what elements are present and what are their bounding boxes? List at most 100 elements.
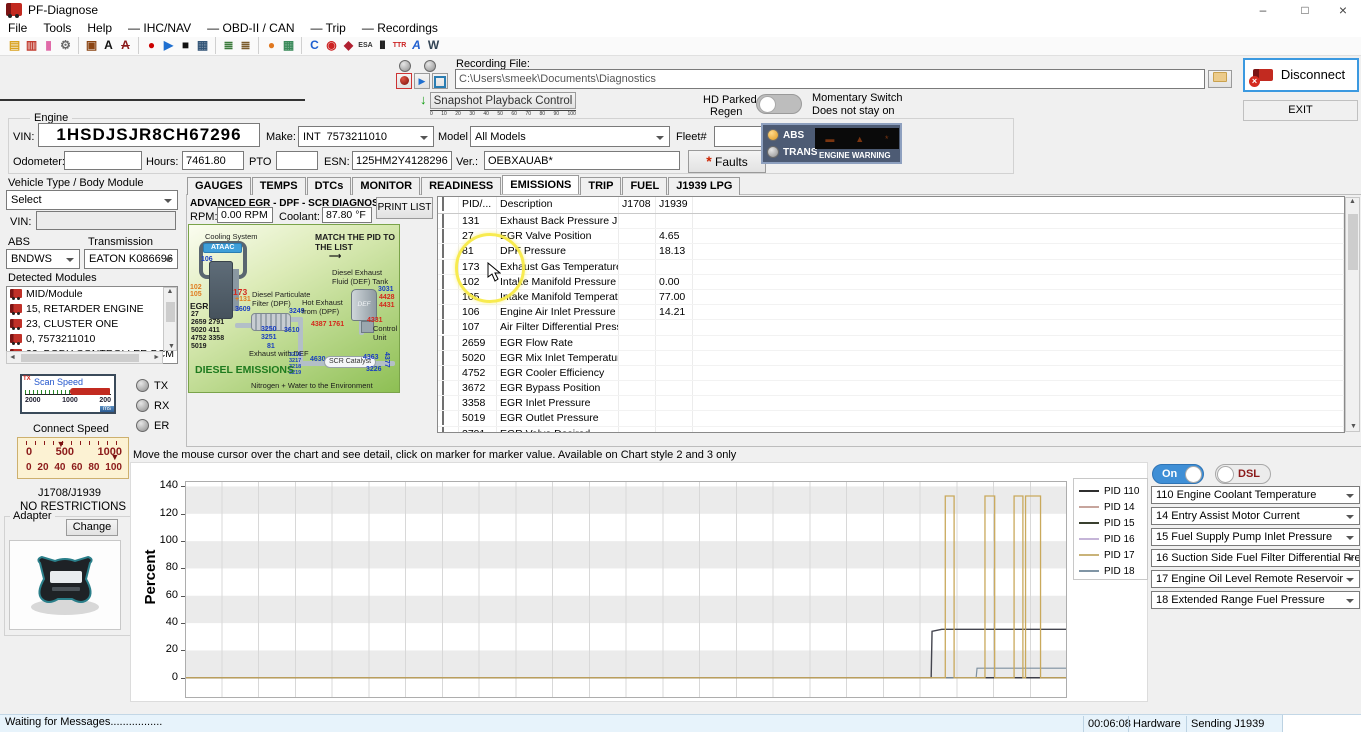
menu-item[interactable]: File xyxy=(0,20,35,36)
hd-regen-toggle[interactable] xyxy=(756,94,802,114)
row-checkbox[interactable] xyxy=(442,305,444,319)
stop-icon[interactable]: ■ xyxy=(177,37,194,54)
module-list-item[interactable]: 15, RETARDER ENGINE xyxy=(7,302,177,317)
tab-emissions[interactable]: EMISSIONS xyxy=(502,175,579,194)
tab-j1939-lpg[interactable]: J1939 LPG xyxy=(668,177,740,195)
browse-folder-button[interactable] xyxy=(1208,70,1232,88)
tab-fuel[interactable]: FUEL xyxy=(622,177,667,195)
wabco-icon[interactable]: W xyxy=(425,37,442,54)
ttr-icon[interactable]: TTR xyxy=(391,37,408,54)
chart-on-toggle[interactable]: On xyxy=(1152,464,1204,484)
module-list-item[interactable]: 23, CLUSTER ONE xyxy=(7,317,177,332)
row-checkbox[interactable] xyxy=(442,214,444,228)
table-row[interactable]: 81DPF Pressure18.13 xyxy=(438,244,1344,259)
tab-trip[interactable]: TRIP xyxy=(580,177,621,195)
odometer-input[interactable] xyxy=(64,151,142,170)
tab-gauges[interactable]: GAUGES xyxy=(187,177,251,195)
module-list-item[interactable]: MID/Module xyxy=(7,287,177,302)
table-row[interactable]: 5020EGR Mix Inlet Temperature xyxy=(438,351,1344,366)
modules-vscroll-thumb[interactable] xyxy=(166,302,175,322)
open-folder-icon[interactable]: ▤ xyxy=(6,37,23,54)
table-row[interactable]: 173Exhaust Gas Temperature xyxy=(438,260,1344,275)
table-row[interactable]: 27EGR Valve Position4.65 xyxy=(438,229,1344,244)
close-button[interactable]: × xyxy=(1328,0,1358,20)
row-checkbox[interactable] xyxy=(442,366,444,380)
dsl-toggle[interactable]: DSL xyxy=(1215,464,1271,484)
table-row[interactable]: 5019EGR Outlet Pressure xyxy=(438,411,1344,426)
modules-hscroll-thumb[interactable] xyxy=(21,354,139,362)
snapshot-playback-button[interactable]: Snapshot Playback Control xyxy=(430,92,576,109)
menu-item[interactable]: Help xyxy=(79,20,120,36)
table-row[interactable]: 4752EGR Cooler Efficiency xyxy=(438,366,1344,381)
coolant-input[interactable] xyxy=(322,207,372,223)
menu-item[interactable]: — Recordings xyxy=(354,20,446,36)
pid-selector-dropdown[interactable]: 14 Entry Assist Motor Current xyxy=(1151,507,1360,525)
row-checkbox[interactable] xyxy=(442,381,444,395)
settings-gear-icon[interactable]: ⚙ xyxy=(57,37,74,54)
play-button[interactable]: ▶ xyxy=(414,73,430,89)
pid-selector-dropdown[interactable]: 17 Engine Oil Level Remote Reservoir xyxy=(1151,570,1360,588)
pid-vscroll-thumb[interactable] xyxy=(1348,214,1358,270)
truck-profile-icon[interactable]: ▣ xyxy=(78,37,100,54)
table-row[interactable]: 3672EGR Bypass Position xyxy=(438,381,1344,396)
row-checkbox[interactable] xyxy=(442,336,444,350)
print-list-button[interactable]: PRINT LIST xyxy=(376,197,433,219)
pto-input[interactable] xyxy=(276,151,318,170)
play-icon[interactable]: ▶ xyxy=(160,37,177,54)
menu-item[interactable]: — Trip xyxy=(303,20,354,36)
menu-item[interactable]: — IHC/NAV xyxy=(120,20,199,36)
maximize-button[interactable]: □ xyxy=(1290,0,1320,20)
capture-button[interactable] xyxy=(432,73,448,89)
modules-hscroll-right[interactable]: ► xyxy=(153,354,160,361)
table-row[interactable]: 3358EGR Inlet Pressure xyxy=(438,396,1344,411)
vin-input[interactable] xyxy=(38,123,260,147)
mack-icon[interactable]: ◉ xyxy=(323,37,340,54)
menu-item[interactable]: Tools xyxy=(35,20,79,36)
tab-dtcs[interactable]: DTCs xyxy=(307,177,352,195)
row-checkbox[interactable] xyxy=(442,244,444,258)
pid-selector-dropdown[interactable]: 15 Fuel Supply Pump Inlet Pressure xyxy=(1151,528,1360,546)
table-row[interactable]: 131Exhaust Back Pressure J1... xyxy=(438,214,1344,229)
table-row[interactable]: 2791EGR Valve Desired xyxy=(438,427,1344,433)
table-row[interactable]: 102Intake Manifold Pressure0.00 xyxy=(438,275,1344,290)
row-checkbox[interactable] xyxy=(442,427,444,433)
paccar-icon[interactable]: ● xyxy=(258,37,280,54)
exit-button[interactable]: EXIT xyxy=(1243,100,1358,121)
modules-vscroll-down[interactable]: ▼ xyxy=(168,343,175,350)
disable-decode-icon[interactable]: A xyxy=(117,37,134,54)
tab-readiness[interactable]: READINESS xyxy=(421,177,501,195)
pid-selector-dropdown[interactable]: 110 Engine Coolant Temperature xyxy=(1151,486,1360,504)
ver-input[interactable] xyxy=(484,151,680,170)
row-checkbox[interactable] xyxy=(442,320,444,334)
modules-vscrollbar[interactable]: ▲▼ xyxy=(163,287,177,351)
modules-hscrollbar[interactable]: ◄► xyxy=(6,351,163,364)
row-checkbox[interactable] xyxy=(442,351,444,365)
table-row[interactable]: 106Engine Air Inlet Pressure14.21 xyxy=(438,305,1344,320)
rpm-input[interactable] xyxy=(217,207,273,223)
menu-item[interactable]: — OBD-II / CAN xyxy=(199,20,302,36)
disconnect-button[interactable]: × Disconnect xyxy=(1243,58,1359,92)
make-combo[interactable]: INT 7573211010 xyxy=(298,126,434,147)
ecm-bus-icon[interactable]: ≣ xyxy=(237,37,254,54)
tab-temps[interactable]: TEMPS xyxy=(252,177,306,195)
chart-plot-area[interactable] xyxy=(185,481,1067,698)
tab-monitor[interactable]: MONITOR xyxy=(352,177,420,195)
esn-input[interactable] xyxy=(352,151,452,170)
recording-file-input[interactable] xyxy=(455,69,1205,89)
sidebar-vin-input[interactable] xyxy=(36,211,176,230)
minimize-button[interactable]: – xyxy=(1248,0,1278,20)
row-checkbox[interactable] xyxy=(442,229,444,243)
font-decode-icon[interactable]: A xyxy=(100,37,117,54)
modules-hscroll-left[interactable]: ◄ xyxy=(9,354,16,361)
row-checkbox[interactable] xyxy=(442,411,444,425)
notes-icon[interactable]: ▮ xyxy=(40,37,57,54)
detroit-icon[interactable]: ▐▌ xyxy=(374,37,391,54)
row-checkbox[interactable] xyxy=(442,260,444,274)
bus-config-icon[interactable]: ▦ xyxy=(280,37,297,54)
pid-selector-dropdown[interactable]: 16 Suction Side Fuel Filter Differential… xyxy=(1151,549,1360,567)
compare-icon[interactable]: ▥ xyxy=(23,37,40,54)
table-row[interactable]: 107Air Filter Differential Press... xyxy=(438,320,1344,335)
record-icon[interactable]: ● xyxy=(138,37,160,54)
transmission-combo[interactable]: EATON K086696 xyxy=(84,249,178,269)
pid-selector-dropdown[interactable]: 18 Extended Range Fuel Pressure xyxy=(1151,591,1360,609)
